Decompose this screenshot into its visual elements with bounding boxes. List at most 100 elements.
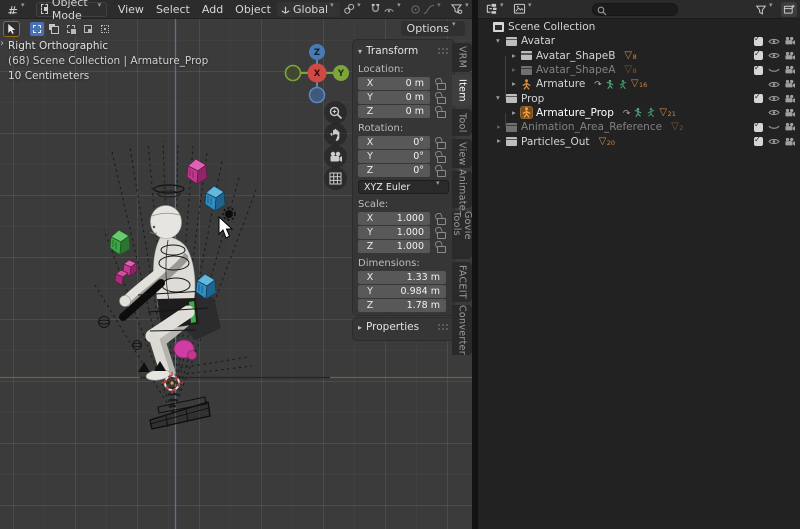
exclude-checkbox[interactable]	[754, 123, 763, 132]
bone-cube-blue-upper[interactable]	[205, 186, 225, 211]
exclude-checkbox[interactable]	[754, 37, 763, 46]
wireframe-wedge[interactable]	[150, 397, 210, 429]
toolbar-toggle[interactable]	[0, 40, 8, 52]
panel-drag-handle[interactable]	[437, 323, 449, 331]
scale-x-field[interactable]: X1.000	[358, 212, 430, 225]
camera-render-toggle[interactable]	[782, 137, 798, 147]
outliner-editor-type-button[interactable]	[482, 2, 510, 17]
dimension-y-field[interactable]: Y0.984 m	[358, 285, 446, 298]
rotation-y-field[interactable]: Y0°	[358, 150, 430, 163]
outliner-row-avatar-shapeb[interactable]: Avatar_ShapeB 8	[478, 49, 800, 63]
snap-controls[interactable]	[367, 2, 407, 17]
location-x-field[interactable]: X0 m	[358, 77, 430, 90]
properties-panel[interactable]: Properties	[353, 318, 454, 340]
transform-panel-header[interactable]: Transform	[358, 42, 449, 59]
lock-icon[interactable]	[435, 241, 445, 253]
rotation-mode-dropdown[interactable]: XYZ Euler	[358, 180, 449, 194]
outliner-row-armature[interactable]: Armature 16	[478, 77, 800, 91]
camera-render-toggle[interactable]	[782, 94, 798, 104]
zoom-button[interactable]	[324, 101, 347, 124]
hide-eye-toggle[interactable]	[766, 94, 782, 103]
hide-eye-toggle[interactable]	[766, 51, 782, 60]
menu-object[interactable]: Object	[229, 3, 277, 16]
toggle-ortho-button[interactable]	[324, 167, 347, 190]
gizmo-y-neg-ball[interactable]	[286, 66, 301, 81]
outliner-row-scene-collection[interactable]: Scene Collection	[478, 20, 800, 34]
exclude-checkbox[interactable]	[754, 94, 763, 103]
rotation-x-field[interactable]: X0°	[358, 136, 430, 149]
location-y-field[interactable]: Y0 m	[358, 91, 430, 104]
outliner-row-avatar-shapea[interactable]: Avatar_ShapeA 8	[478, 63, 800, 77]
menu-view[interactable]: View	[112, 3, 150, 16]
tab-converter[interactable]: Converter	[452, 305, 472, 355]
object-type-visibility-dropdown[interactable]	[447, 2, 472, 17]
menu-select[interactable]: Select	[150, 3, 196, 16]
search-input[interactable]	[609, 4, 673, 15]
camera-render-toggle[interactable]	[782, 122, 798, 132]
select-mode-invert[interactable]	[81, 22, 95, 36]
lock-icon[interactable]	[435, 78, 445, 90]
lock-icon[interactable]	[435, 151, 445, 163]
disclosure-closed-icon[interactable]	[510, 63, 521, 77]
tab-view[interactable]: View	[452, 139, 472, 168]
tab-faceit[interactable]: FACEIT	[452, 262, 472, 302]
hide-eye-toggle-closed[interactable]	[766, 123, 782, 132]
lock-icon[interactable]	[435, 165, 445, 177]
transform-orientation-dropdown[interactable]: Global	[277, 2, 340, 17]
outliner-row-armature-prop[interactable]: Armature_Prop 21	[478, 106, 800, 120]
proportional-edit-controls[interactable]	[407, 2, 447, 17]
exclude-checkbox[interactable]	[754, 137, 763, 146]
outliner-row-animation-area-reference[interactable]: Animation_Area_Reference 2	[478, 120, 800, 134]
tab-tool[interactable]: Tool	[452, 109, 472, 136]
disclosure-open-icon[interactable]	[495, 91, 506, 105]
panel-drag-handle[interactable]	[437, 47, 449, 55]
viewport-3d[interactable]: Object Mode View Select Add Object Globa…	[0, 0, 472, 529]
select-mode-set[interactable]	[30, 22, 44, 36]
dimension-z-field[interactable]: Z1.78 m	[358, 299, 446, 312]
hide-eye-toggle[interactable]	[766, 108, 782, 117]
outliner-row-particles-out[interactable]: Particles_Out 20	[478, 134, 800, 148]
hide-eye-toggle[interactable]	[766, 137, 782, 146]
disclosure-closed-icon[interactable]	[510, 77, 521, 91]
location-z-field[interactable]: Z0 m	[358, 105, 430, 118]
scale-z-field[interactable]: Z1.000	[358, 240, 430, 253]
mode-selector[interactable]: Object Mode	[36, 2, 107, 17]
outliner-display-mode-button[interactable]	[510, 2, 538, 17]
camera-render-toggle[interactable]	[782, 65, 798, 75]
lock-icon[interactable]	[435, 137, 445, 149]
hide-eye-toggle[interactable]	[766, 80, 782, 89]
exclude-checkbox[interactable]	[754, 66, 763, 75]
camera-render-toggle[interactable]	[782, 108, 798, 118]
bone-cube-magenta-top[interactable]	[187, 159, 207, 184]
lock-icon[interactable]	[435, 92, 445, 104]
bone-cubes-magenta-hand[interactable]	[115, 260, 137, 285]
camera-view-button[interactable]	[324, 145, 347, 168]
outliner-search[interactable]	[592, 3, 678, 16]
disclosure-open-icon[interactable]	[495, 34, 506, 48]
disclosure-closed-icon[interactable]	[510, 106, 521, 120]
tab-animate[interactable]: Animate	[452, 171, 472, 208]
tab-vrm[interactable]: VRM	[452, 43, 472, 72]
options-dropdown[interactable]: Options	[401, 21, 465, 36]
scale-y-field[interactable]: Y1.000	[358, 226, 430, 239]
exclude-checkbox[interactable]	[754, 51, 763, 60]
disclosure-closed-icon[interactable]	[495, 134, 506, 148]
tab-item[interactable]: Item	[452, 75, 472, 106]
dimension-x-field[interactable]: X1.33 m	[358, 271, 446, 284]
hide-eye-toggle-closed[interactable]	[766, 66, 782, 75]
outliner-row-prop[interactable]: Prop	[478, 91, 800, 105]
menu-add[interactable]: Add	[196, 3, 229, 16]
select-mode-intersect[interactable]	[98, 22, 112, 36]
camera-render-toggle[interactable]	[782, 51, 798, 61]
pivot-point-dropdown[interactable]	[340, 2, 367, 17]
outliner-row-avatar[interactable]: Avatar	[478, 34, 800, 48]
camera-render-toggle[interactable]	[782, 79, 798, 89]
navigation-gizmo[interactable]: Z X Y	[283, 40, 351, 106]
lock-icon[interactable]	[435, 106, 445, 118]
gizmo-z-neg-ball[interactable]	[310, 88, 325, 103]
hide-eye-toggle[interactable]	[766, 37, 782, 46]
select-mode-extend[interactable]	[47, 22, 61, 36]
disclosure-closed-icon[interactable]	[510, 49, 521, 63]
camera-render-toggle[interactable]	[782, 36, 798, 46]
lock-icon[interactable]	[435, 227, 445, 239]
